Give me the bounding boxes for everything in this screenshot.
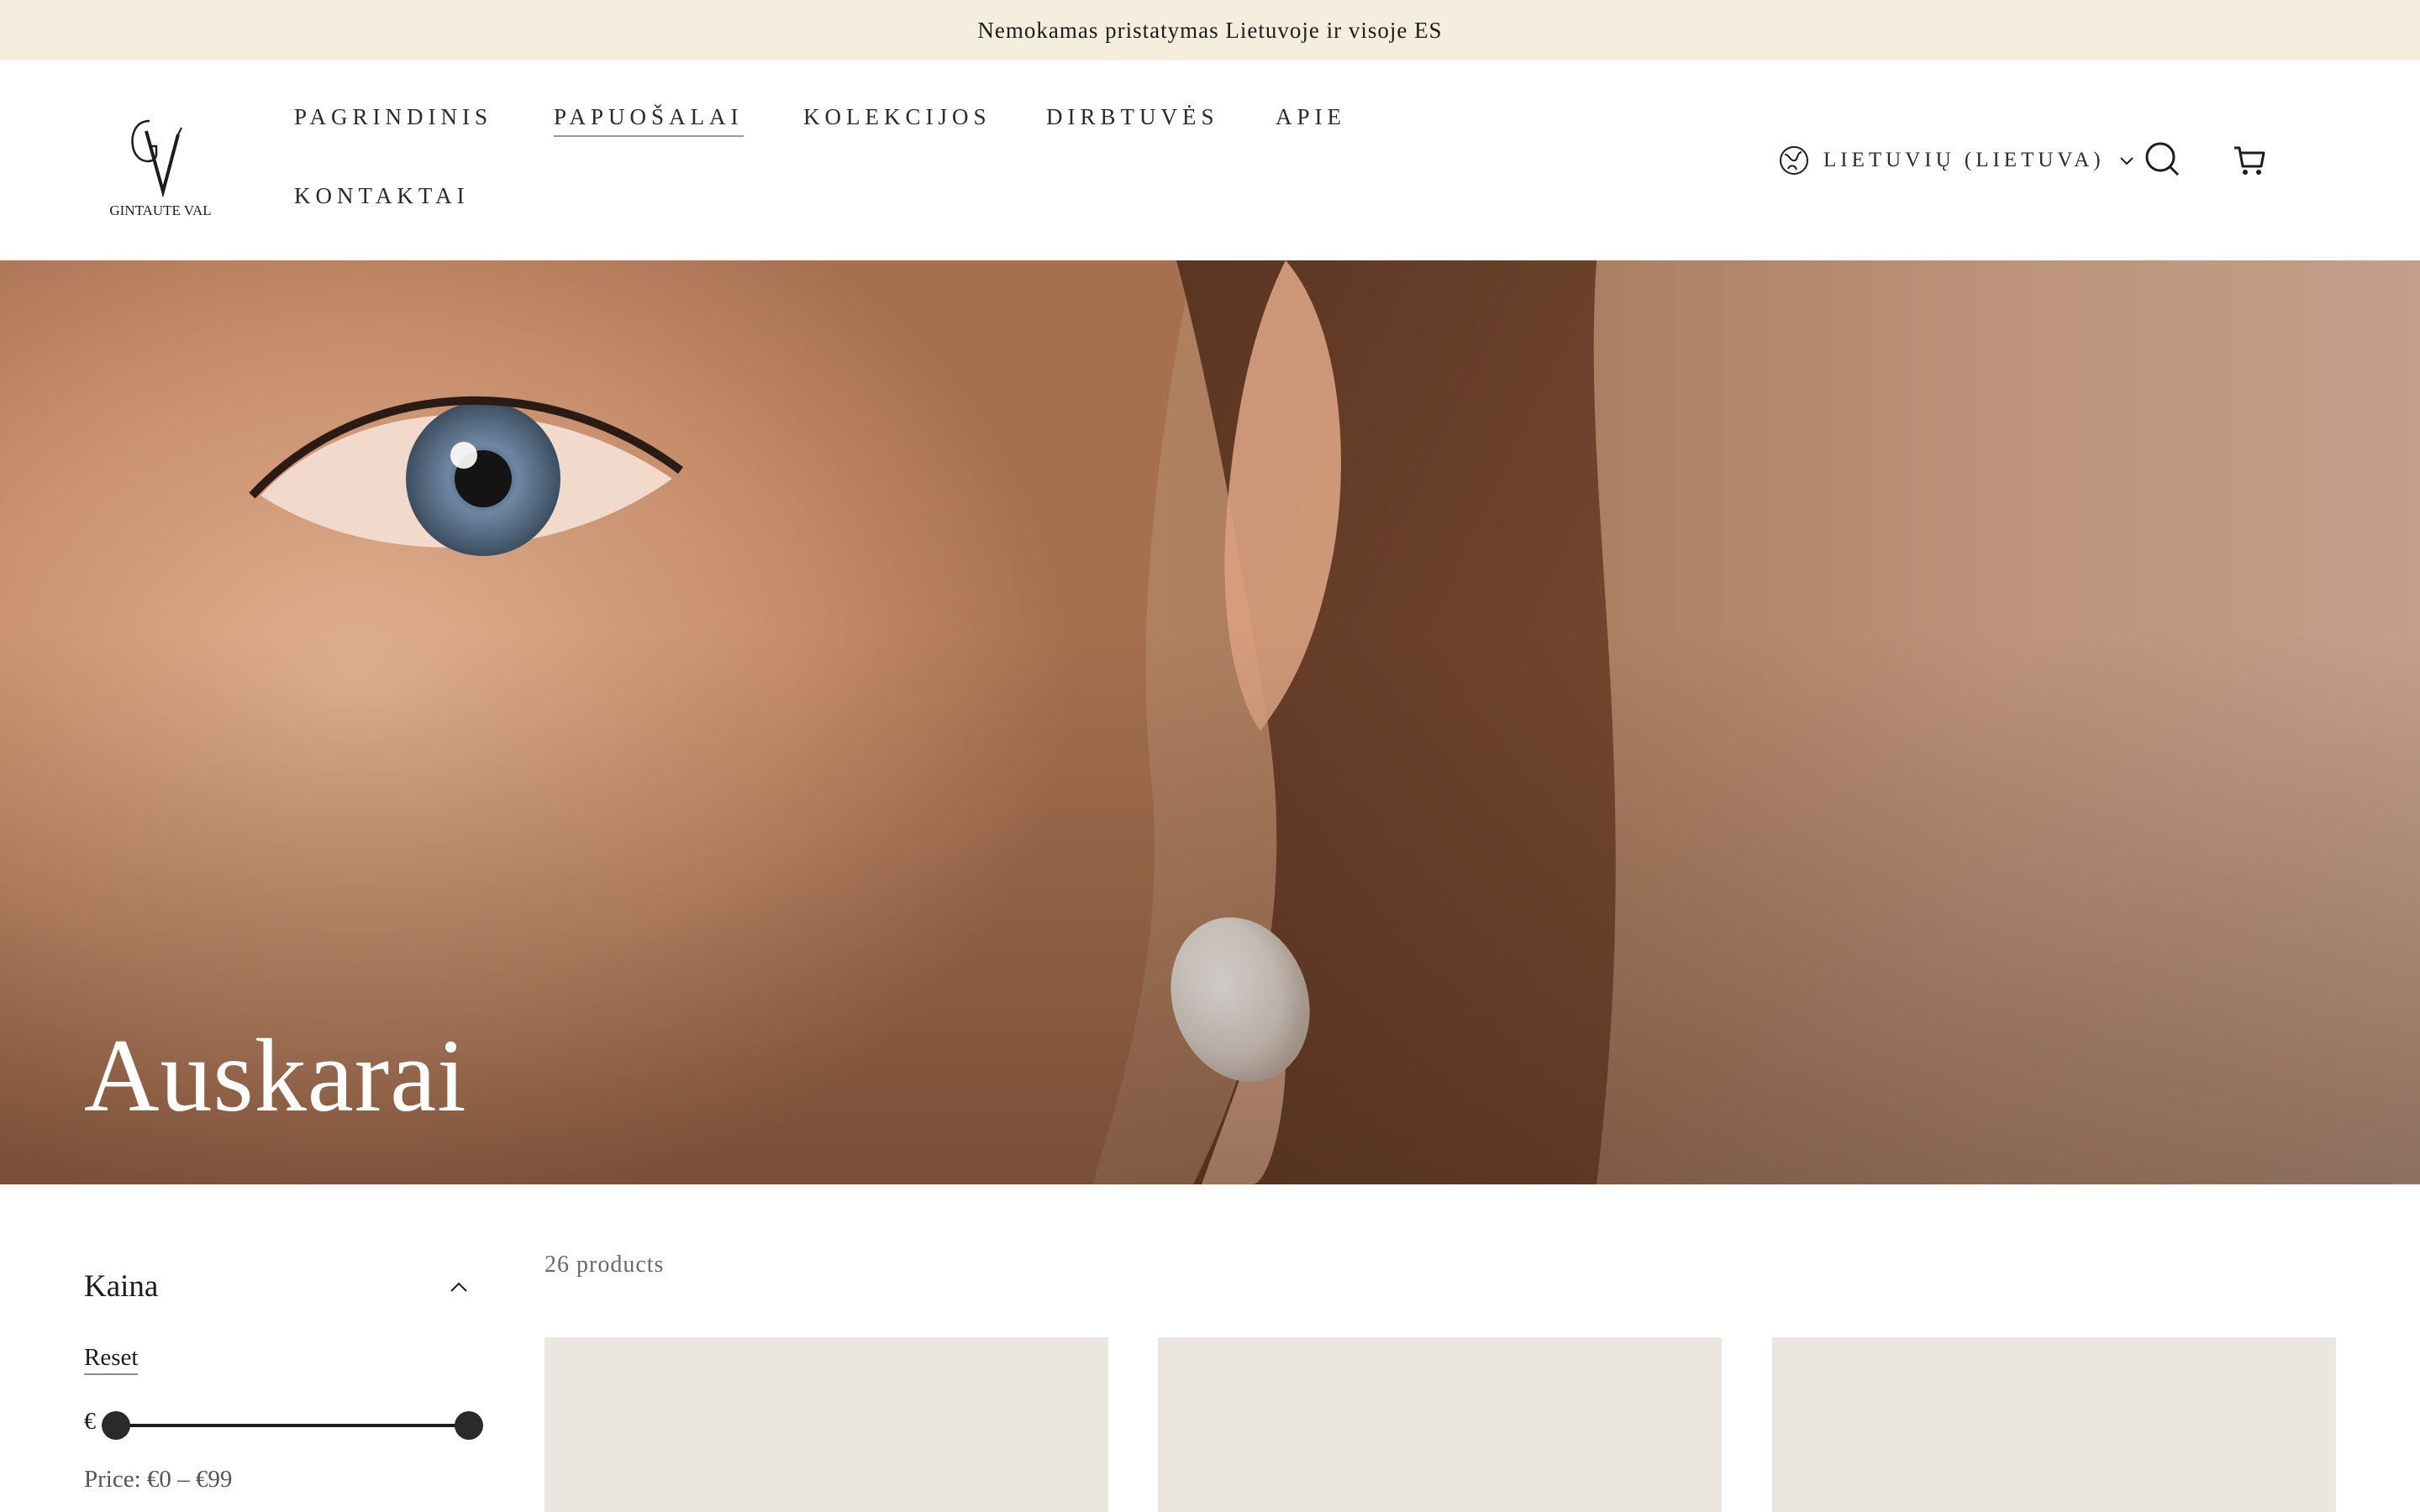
nav-item-dirbtuves[interactable]: DIRBTUVĖS — [1046, 104, 1219, 130]
price-slider-track[interactable] — [114, 1424, 471, 1427]
filter-reset-link[interactable]: Reset — [84, 1344, 139, 1375]
product-card[interactable] — [1158, 1337, 1722, 1512]
price-range-text: Price: €0 – €99 — [84, 1466, 233, 1493]
search-icon — [2145, 142, 2180, 176]
price-slider-max-handle[interactable] — [455, 1411, 483, 1440]
nav-item-apie[interactable]: APIE — [1276, 104, 1346, 130]
search-button[interactable] — [2143, 139, 2181, 178]
collection-hero: Auskarai — [0, 260, 2420, 1184]
nav-item-kontaktai[interactable]: KONTAKTAI — [294, 183, 470, 209]
chevron-up-icon[interactable] — [447, 1275, 471, 1299]
collection-title: Auskarai — [84, 1018, 467, 1133]
announcement-text: Nemokamas pristatymas Lietuvoje ir visoj… — [977, 17, 1443, 43]
site-header: GINTAUTE VAL PAGRINDINIS PAPUOŠALAI KOLE… — [0, 60, 2420, 260]
globe-icon — [1780, 146, 1808, 175]
nav-item-papuosalai[interactable]: PAPUOŠALAI — [554, 104, 744, 137]
chevron-down-icon — [2119, 157, 2133, 165]
brand-name: GINTAUTE VAL — [109, 202, 211, 218]
product-card[interactable] — [1772, 1337, 2336, 1512]
price-currency: € — [84, 1409, 96, 1435]
product-card[interactable] — [544, 1337, 1108, 1512]
filter-price-title[interactable]: Kaina — [84, 1268, 158, 1305]
announcement-bar: Nemokamas pristatymas Lietuvoje ir visoj… — [0, 0, 2420, 60]
cart-button[interactable] — [2230, 141, 2269, 180]
brand-logo[interactable]: GINTAUTE VAL — [97, 109, 224, 218]
cart-icon — [2234, 146, 2265, 175]
locale-label: LIETUVIŲ (LIETUVA) — [1823, 149, 2105, 171]
product-count: 26 products — [544, 1252, 665, 1278]
brand-logo-mark: GINTAUTE VAL — [109, 119, 212, 218]
nav-item-pagrindinis[interactable]: PAGRINDINIS — [294, 104, 492, 130]
price-slider-min-handle[interactable] — [102, 1411, 130, 1440]
nav-item-kolekcijos[interactable]: KOLEKCIJOS — [803, 104, 992, 130]
locale-selector[interactable]: LIETUVIŲ (LIETUVA) — [1778, 141, 2135, 180]
